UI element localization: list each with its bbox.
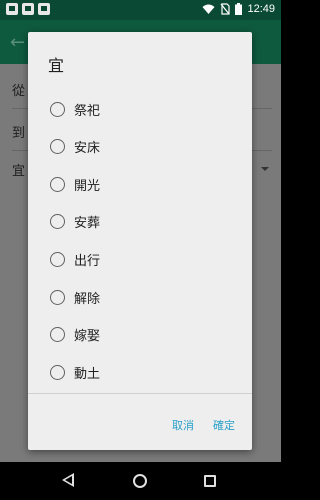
nav-home-icon[interactable] (133, 474, 147, 488)
confirm-button[interactable]: 確定 (213, 417, 235, 433)
option-chuxing[interactable]: 出行 (50, 245, 100, 273)
wifi-icon (202, 4, 215, 14)
cancel-button[interactable]: 取消 (172, 417, 194, 433)
option-label: 安床 (74, 140, 101, 156)
battery-icon (235, 3, 243, 15)
radio-button-icon[interactable] (50, 138, 65, 154)
status-bar: 12:49 (0, 0, 281, 20)
dialog-title: 宜 (48, 56, 65, 75)
from-label: 從 (12, 84, 26, 99)
back-arrow-icon[interactable]: ← (10, 32, 25, 53)
option-label: 解除 (74, 291, 101, 307)
type-label: 宜 (12, 164, 26, 179)
radio-button-icon[interactable] (50, 289, 65, 305)
option-dongtu[interactable]: 動土 (50, 358, 100, 386)
dropdown-caret-icon[interactable] (261, 167, 269, 171)
radio-button-icon[interactable] (50, 101, 65, 117)
to-label: 到 (12, 126, 26, 141)
navigation-bar (0, 462, 281, 500)
option-label: 嫁娶 (74, 328, 101, 344)
mail-icon (6, 3, 18, 15)
choice-dialog: 宜 祭祀 安床 開光 安葬 出行 解除 嫁娶 動土 取消 確定 (28, 32, 252, 450)
option-kaiguang[interactable]: 開光 (50, 170, 100, 198)
dialog-divider (28, 393, 252, 394)
nav-recents-icon[interactable] (204, 475, 216, 487)
option-label: 開光 (74, 178, 101, 194)
radio-button-icon[interactable] (50, 213, 65, 229)
clock: 12:49 (247, 3, 275, 15)
system-icons: 12:49 (202, 3, 275, 15)
notification-icons (6, 3, 50, 15)
option-anchuang[interactable]: 安床 (50, 132, 100, 160)
option-anzang[interactable]: 安葬 (50, 207, 100, 235)
gmail-icon (22, 3, 34, 15)
option-jiaqu[interactable]: 嫁娶 (50, 320, 100, 348)
option-label: 安葬 (74, 215, 101, 231)
option-jisi[interactable]: 祭祀 (50, 95, 100, 123)
radio-button-icon[interactable] (50, 251, 65, 267)
option-label: 出行 (74, 253, 101, 269)
option-label: 動土 (74, 366, 101, 382)
radio-button-icon[interactable] (50, 176, 65, 192)
radio-button-icon[interactable] (50, 326, 65, 342)
option-label: 祭祀 (74, 103, 101, 119)
nav-back-icon[interactable] (62, 473, 74, 487)
option-jiechu[interactable]: 解除 (50, 283, 100, 311)
no-sim-icon (221, 3, 231, 15)
upload-icon (38, 3, 50, 15)
radio-button-icon[interactable] (50, 364, 65, 380)
